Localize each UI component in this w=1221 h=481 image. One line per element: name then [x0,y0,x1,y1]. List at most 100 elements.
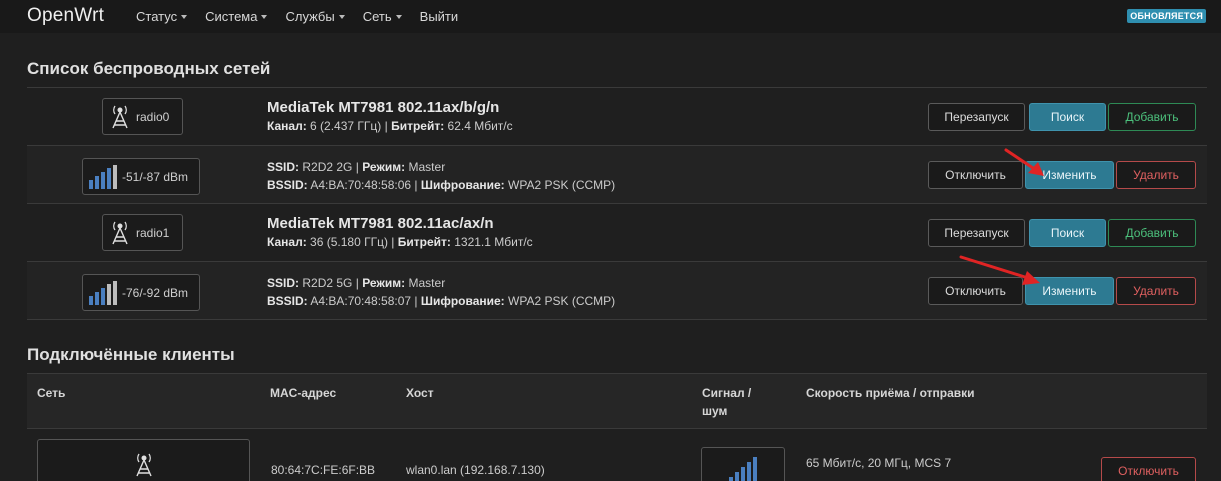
ssid-value: R2D2 2G [302,160,353,174]
remove-network-button[interactable]: Удалить [1116,161,1196,189]
top-navbar: OpenWrt Статус Система Службы Сеть Выйти… [0,0,1221,33]
network-row: -51/-87 dBm SSID: R2D2 2G | Режим: Maste… [27,146,1207,204]
network-info: SSID: R2D2 5G | Режим: Master BSSID: A4:… [267,274,615,310]
bssid-value: A4:BA:70:48:58:07 [310,294,412,308]
network-info: SSID: R2D2 2G | Режим: Master BSSID: A4:… [267,158,615,194]
scan-button[interactable]: Поиск [1029,219,1106,247]
signal-value: -51/-87 dBm [122,169,189,184]
menu-label: Система [205,9,258,24]
ssid-line: SSID: R2D2 5G | Режим: Master [267,276,446,290]
radio-channel-line: Канал: 36 (5.180 ГГц) | Битрейт: 1321.1 … [267,235,533,249]
remove-network-button[interactable]: Удалить [1116,277,1196,305]
radio-device-badge: radio1 [102,214,183,251]
radio-device-name: radio0 [136,109,170,124]
network-row: -76/-92 dBm SSID: R2D2 5G | Режим: Maste… [27,262,1207,320]
ssid-label: SSID: [267,276,300,290]
radio-row: radio0 MediaTek MT7981 802.11ax/b/g/n Ка… [27,88,1207,146]
menu-status[interactable]: Статус [136,9,188,24]
radio-model: MediaTek MT7981 802.11ax/b/g/n [267,99,500,116]
disable-network-button[interactable]: Отключить [928,277,1023,305]
clients-section-title: Подключённые клиенты [27,345,235,364]
clients-table: Сеть MAC-адрес Хост Сигнал / шум Скорост… [27,373,1207,481]
col-signal-line2: шум [702,404,728,418]
restart-button[interactable]: Перезапуск [928,103,1025,131]
ssid-line: SSID: R2D2 2G | Режим: Master [267,160,446,174]
col-mac: MAC-адрес [270,386,337,400]
scan-button[interactable]: Поиск [1029,103,1106,131]
client-network-badge [37,439,250,481]
encryption-label: Шифрование: [420,294,505,308]
bssid-label: BSSID: [267,294,308,308]
menu-logout[interactable]: Выйти [420,9,459,24]
restart-button[interactable]: Перезапуск [928,219,1025,247]
menu-label: Сеть [362,9,392,24]
radio-channel-line: Канал: 6 (2.437 ГГц) | Битрейт: 62.4 Мби… [267,119,513,133]
channel-value: 6 (2.437 ГГц) [310,119,382,133]
channel-value: 36 (5.180 ГГц) [310,235,388,249]
signal-strength-icon [89,164,117,189]
mode-value: Master [408,160,446,174]
col-host: Хост [406,386,434,400]
mode-label: Режим: [362,160,406,174]
clients-table-header: Сеть MAC-адрес Хост Сигнал / шум Скорост… [27,373,1207,429]
channel-label: Канал: [267,119,307,133]
bssid-label: BSSID: [267,178,308,192]
radio-info: MediaTek MT7981 802.11ac/ax/n Канал: 36 … [267,215,533,251]
bssid-line: BSSID: A4:BA:70:48:58:07 | Шифрование: W… [267,294,616,308]
ssid-value: R2D2 5G [302,276,353,290]
encryption-value: WPA2 PSK (CCMP) [508,294,616,308]
client-host: wlan0.lan (192.168.7.130) [406,463,545,477]
bitrate-label: Битрейт: [397,235,451,249]
client-mac: 80:64:7C:FE:6F:BB [271,463,376,477]
col-rate: Скорость приёма / отправки [806,386,975,400]
caret-down-icon [261,15,268,19]
channel-label: Канал: [267,235,307,249]
caret-down-icon [181,15,188,19]
encryption-label: Шифрование: [420,178,505,192]
signal-strength-icon [89,280,117,305]
add-network-button[interactable]: Добавить [1108,219,1196,247]
bssid-value: A4:BA:70:48:58:06 [310,178,412,192]
radio-info: MediaTek MT7981 802.11ax/b/g/n Канал: 6 … [267,99,513,135]
refreshing-badge[interactable]: ОБНОВЛЯЕТСЯ [1127,9,1206,23]
menu-label: Статус [136,9,178,24]
signal-strength-icon [729,457,757,481]
encryption-value: WPA2 PSK (CCMP) [508,178,616,192]
antenna-icon [112,221,128,244]
menu-system[interactable]: Система [205,9,268,24]
caret-down-icon [395,15,402,19]
disconnect-client-button[interactable]: Отключить [1101,457,1196,481]
add-network-button[interactable]: Добавить [1108,103,1196,131]
radio-model: MediaTek MT7981 802.11ac/ax/n [267,215,494,232]
edit-network-button[interactable]: Изменить [1025,161,1114,189]
signal-badge: -51/-87 dBm [82,158,200,195]
client-rate: 65 Мбит/с, 20 МГц, MCS 7 [806,456,952,470]
mode-value: Master [408,276,446,290]
wireless-section-title: Список беспроводных сетей [27,59,271,78]
edit-network-button[interactable]: Изменить [1025,277,1114,305]
col-signal-line1: Сигнал / [702,386,752,400]
bssid-line: BSSID: A4:BA:70:48:58:06 | Шифрование: W… [267,178,616,192]
mode-label: Режим: [362,276,406,290]
wireless-table: radio0 MediaTek MT7981 802.11ax/b/g/n Ка… [27,87,1207,320]
main-menu: Статус Система Службы Сеть Выйти [136,9,476,24]
radio-row: radio1 MediaTek MT7981 802.11ac/ax/n Кан… [27,204,1207,262]
bitrate-value: 62.4 Мбит/с [447,119,513,133]
menu-services[interactable]: Службы [285,9,345,24]
ssid-label: SSID: [267,160,300,174]
brand-logo[interactable]: OpenWrt [27,5,104,27]
antenna-icon [135,453,152,477]
bitrate-label: Битрейт: [391,119,445,133]
col-network: Сеть [37,386,66,400]
antenna-icon [112,105,128,128]
table-row: 80:64:7C:FE:6F:BB wlan0.lan (192.168.7.1… [27,429,1207,481]
radio-device-name: radio1 [136,225,170,240]
disable-network-button[interactable]: Отключить [928,161,1023,189]
col-signal: Сигнал / шум [702,384,751,420]
signal-value: -76/-92 dBm [122,285,189,300]
signal-badge: -76/-92 dBm [82,274,200,311]
menu-network[interactable]: Сеть [363,9,402,24]
radio-device-badge: radio0 [102,98,183,135]
bitrate-value: 1321.1 Мбит/с [454,235,533,249]
caret-down-icon [338,15,345,19]
